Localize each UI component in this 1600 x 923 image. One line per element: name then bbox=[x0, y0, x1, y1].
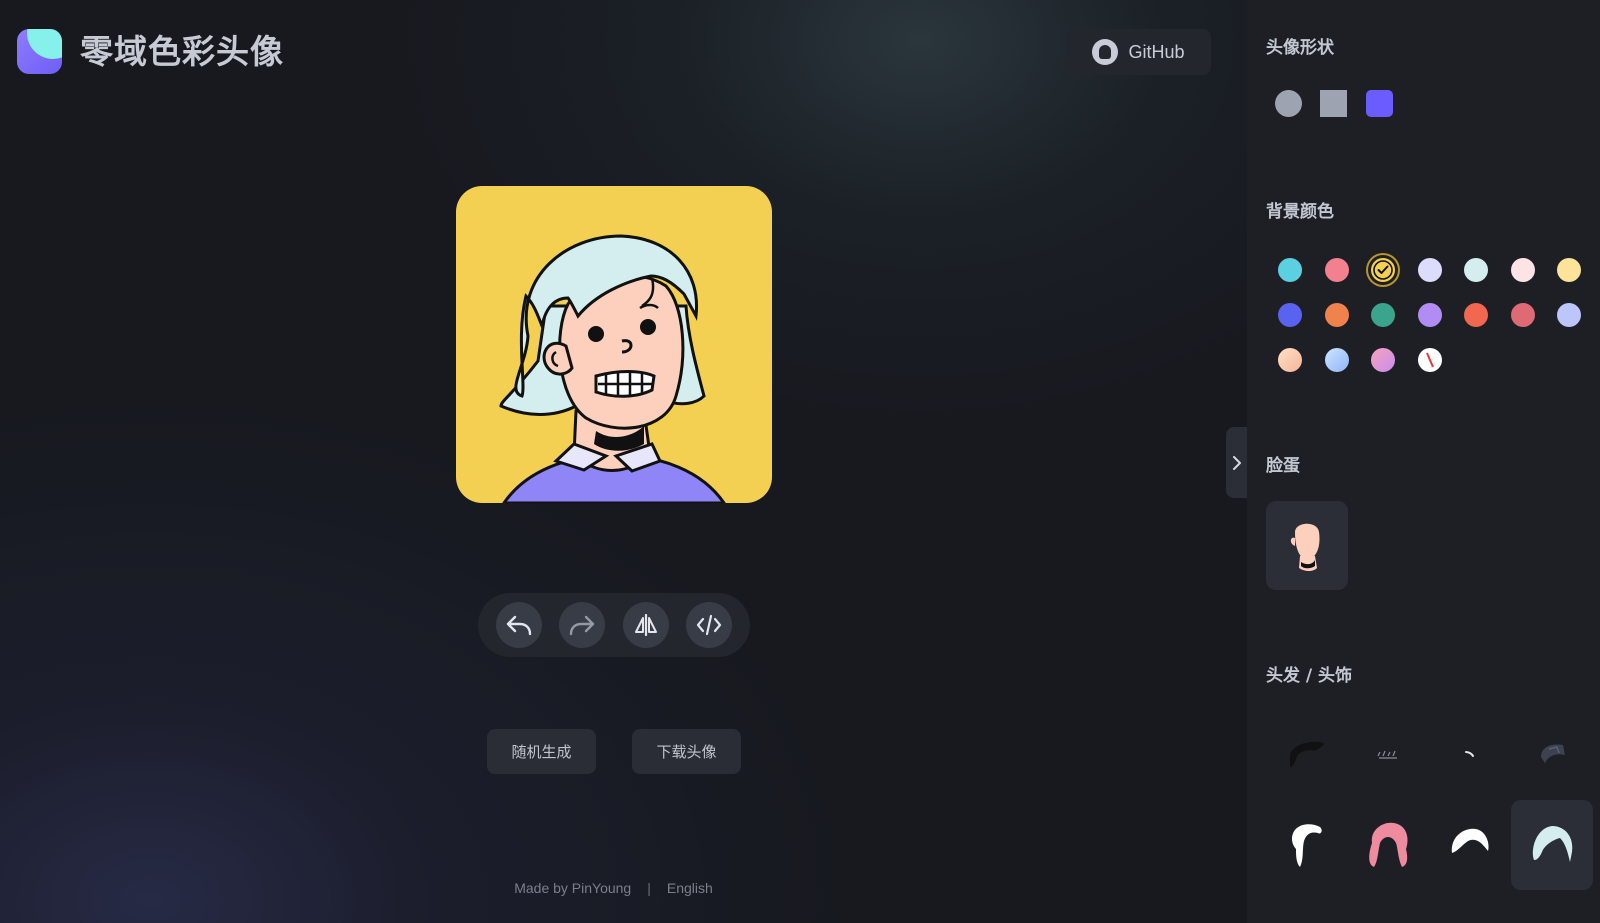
github-icon bbox=[1092, 39, 1119, 65]
flip-button[interactable] bbox=[622, 602, 669, 648]
code-button[interactable] bbox=[685, 602, 732, 648]
bg-color-swatch[interactable] bbox=[1324, 348, 1349, 372]
hair-light-blue-icon bbox=[1532, 826, 1573, 862]
bg-color-swatch[interactable] bbox=[1371, 258, 1395, 282]
avatar-illustration bbox=[499, 234, 726, 503]
shape-squircle-option[interactable] bbox=[1366, 90, 1393, 117]
bg-color-swatch[interactable] bbox=[1557, 303, 1581, 327]
chevron-right-icon bbox=[1233, 455, 1241, 470]
undo-button[interactable] bbox=[496, 602, 542, 648]
hair-minimal-icon bbox=[1465, 751, 1474, 757]
hair-pink-curly-icon bbox=[1369, 822, 1408, 867]
code-icon bbox=[696, 614, 722, 636]
app-title: 零域色彩头像 bbox=[80, 32, 284, 71]
github-button[interactable]: GitHub bbox=[1066, 29, 1211, 75]
language-switch[interactable]: English bbox=[667, 880, 713, 896]
hair-option-6[interactable] bbox=[1347, 800, 1429, 890]
bg-color-swatch[interactable] bbox=[1464, 258, 1488, 282]
bg-color-swatch[interactable] bbox=[1324, 258, 1349, 282]
face-thumbnail-icon bbox=[1290, 523, 1320, 571]
config-sidebar: 头像形状 背景颜色 脸蛋 头发 / 头饰 bbox=[1247, 0, 1600, 923]
hair-option-2[interactable] bbox=[1347, 709, 1429, 799]
hair-option-1[interactable] bbox=[1265, 709, 1347, 799]
redo-button[interactable] bbox=[559, 602, 606, 648]
hair-white-side-icon bbox=[1292, 824, 1322, 867]
bg-color-swatch[interactable] bbox=[1278, 348, 1302, 372]
made-by-link[interactable]: Made by PinYoung bbox=[514, 880, 631, 896]
shape-section-title: 头像形状 bbox=[1266, 38, 1334, 58]
bg-color-swatch[interactable] bbox=[1324, 303, 1349, 327]
footer-separator: | bbox=[647, 880, 651, 896]
hair-option-5[interactable] bbox=[1265, 800, 1347, 890]
main-area: 零域色彩头像 GitHub 随机生成 下载头像 Made by PinYoung… bbox=[0, 0, 1247, 923]
github-label: GitHub bbox=[1128, 41, 1185, 62]
shape-circle-option[interactable] bbox=[1275, 90, 1302, 117]
face-section-title: 脸蛋 bbox=[1266, 456, 1300, 476]
hair-option-8-selected[interactable] bbox=[1511, 800, 1593, 890]
app-logo bbox=[17, 29, 62, 74]
bg-color-swatch[interactable] bbox=[1464, 303, 1488, 327]
checkmark-icon bbox=[1373, 260, 1393, 280]
flip-icon bbox=[634, 614, 657, 636]
bg-color-swatch[interactable] bbox=[1510, 258, 1535, 282]
hair-hat-icon bbox=[1541, 744, 1565, 763]
hair-white-bob-icon bbox=[1451, 828, 1489, 853]
random-generate-button[interactable]: 随机生成 bbox=[487, 729, 596, 774]
bg-color-swatch[interactable] bbox=[1371, 348, 1395, 372]
bg-color-section-title: 背景颜色 bbox=[1266, 202, 1334, 222]
no-background-icon bbox=[1425, 352, 1434, 368]
bg-color-swatch[interactable] bbox=[1417, 348, 1442, 372]
bg-color-swatch[interactable] bbox=[1371, 303, 1395, 327]
face-option[interactable] bbox=[1266, 501, 1348, 590]
shape-square-option[interactable] bbox=[1320, 90, 1347, 117]
hair-stubble-icon bbox=[1377, 750, 1397, 759]
redo-icon bbox=[570, 615, 595, 636]
bg-color-swatch[interactable] bbox=[1278, 303, 1302, 327]
hair-section-title: 头发 / 头饰 bbox=[1266, 666, 1353, 686]
hair-option-7[interactable] bbox=[1429, 800, 1511, 890]
bg-color-swatch[interactable] bbox=[1278, 258, 1302, 282]
footer: Made by PinYoung | English bbox=[0, 880, 1247, 896]
sidebar-collapse-button[interactable] bbox=[1226, 427, 1248, 498]
edit-toolbar bbox=[478, 593, 750, 657]
bg-color-swatch[interactable] bbox=[1557, 258, 1581, 282]
bg-color-swatch[interactable] bbox=[1510, 303, 1535, 327]
bg-color-swatch[interactable] bbox=[1417, 303, 1442, 327]
avatar-preview bbox=[456, 186, 772, 503]
undo-icon bbox=[506, 615, 532, 636]
download-avatar-button[interactable]: 下载头像 bbox=[632, 729, 741, 774]
hair-option-4[interactable] bbox=[1511, 709, 1593, 799]
hair-option-3[interactable] bbox=[1429, 709, 1511, 799]
bg-color-swatch[interactable] bbox=[1417, 258, 1442, 282]
hair-short-dark-icon bbox=[1290, 741, 1324, 767]
